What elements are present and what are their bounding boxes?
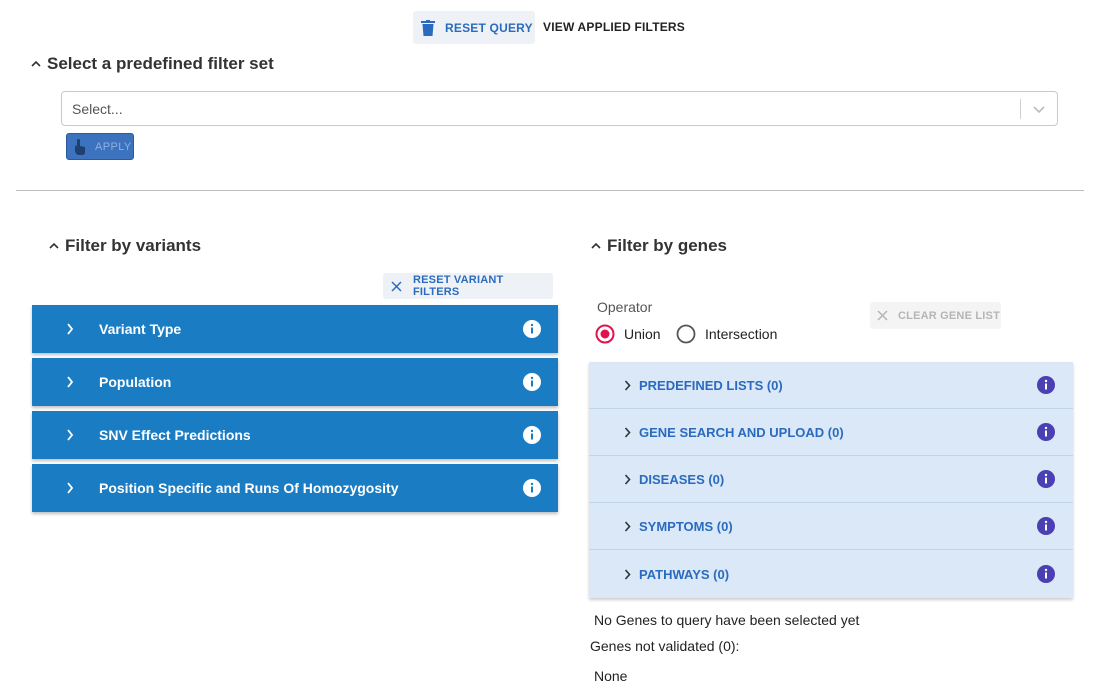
chevron-up-icon — [49, 242, 59, 249]
chevron-up-icon — [591, 242, 601, 249]
variant-filter-label: Position Specific and Runs Of Homozygosi… — [99, 480, 399, 496]
gene-filter-gene-search-upload[interactable]: GENE SEARCH AND UPLOAD (0) — [589, 409, 1073, 456]
gene-filter-diseases[interactable]: DISEASES (0) — [589, 456, 1073, 503]
filter-by-genes-title: Filter by genes — [607, 236, 727, 255]
predefined-filter-set-title: Select a predefined filter set — [47, 54, 274, 73]
chevron-up-icon — [31, 60, 41, 67]
radio-selected-icon — [595, 324, 615, 344]
gene-filter-panel: PREDEFINED LISTS (0) GENE SEARCH AND UPL… — [589, 362, 1073, 598]
gene-filter-pathways[interactable]: PATHWAYS (0) — [589, 550, 1073, 598]
section-divider — [16, 190, 1084, 191]
reset-query-label: RESET QUERY — [445, 20, 533, 35]
chevron-right-icon — [624, 568, 631, 580]
chevron-right-icon — [67, 429, 74, 441]
reset-variant-filters-button[interactable]: RESET VARIANT FILTERS — [383, 273, 553, 299]
close-icon — [877, 310, 888, 321]
no-genes-message: No Genes to query have been selected yet — [594, 612, 860, 628]
chevron-right-icon — [624, 473, 631, 485]
info-icon[interactable] — [1037, 517, 1055, 535]
operator-intersection-radio[interactable]: Intersection — [676, 324, 777, 344]
chevron-right-icon — [67, 482, 74, 494]
operator-union-radio[interactable]: Union — [595, 324, 661, 344]
chevron-right-icon — [624, 520, 631, 532]
gene-filter-symptoms[interactable]: SYMPTOMS (0) — [589, 503, 1073, 550]
info-icon[interactable] — [523, 320, 541, 338]
info-icon[interactable] — [523, 479, 541, 497]
apply-button[interactable]: APPLY — [66, 133, 134, 160]
genes-not-validated-label: Genes not validated (0): — [590, 638, 740, 654]
variant-filter-variant-type[interactable]: Variant Type — [32, 305, 558, 353]
operator-union-label: Union — [624, 326, 661, 342]
genes-not-validated-value: None — [594, 668, 628, 684]
gene-filter-label: SYMPTOMS (0) — [639, 518, 733, 534]
chevron-down-icon — [1021, 104, 1057, 114]
reset-query-button[interactable]: RESET QUERY — [413, 11, 535, 44]
operator-label: Operator — [597, 299, 653, 315]
variant-filter-label: Variant Type — [99, 321, 182, 337]
predefined-filter-set-header[interactable]: Select a predefined filter set — [30, 54, 274, 74]
variant-filter-position-specific[interactable]: Position Specific and Runs Of Homozygosi… — [32, 464, 558, 512]
filter-by-variants-header[interactable]: Filter by variants — [48, 236, 201, 256]
chevron-right-icon — [624, 379, 631, 391]
gene-filter-label: DISEASES (0) — [639, 471, 725, 487]
variant-filter-snv-effect-predictions[interactable]: SNV Effect Predictions — [32, 411, 558, 459]
hand-pointer-icon — [75, 138, 85, 155]
info-icon[interactable] — [1037, 376, 1055, 394]
filter-by-genes-header[interactable]: Filter by genes — [590, 236, 727, 256]
select-placeholder: Select... — [72, 100, 123, 117]
operator-intersection-label: Intersection — [705, 326, 778, 342]
reset-variant-filters-label: RESET VARIANT FILTERS — [413, 274, 504, 298]
apply-label: APPLY — [95, 140, 132, 153]
predefined-filter-select[interactable]: Select... — [61, 91, 1058, 126]
gene-filter-label: GENE SEARCH AND UPLOAD (0) — [639, 424, 844, 440]
clear-gene-list-button[interactable]: CLEAR GENE LIST — [870, 302, 1001, 329]
info-icon[interactable] — [1037, 565, 1055, 583]
radio-unselected-icon — [676, 324, 696, 344]
info-icon[interactable] — [1037, 470, 1055, 488]
info-icon[interactable] — [523, 373, 541, 391]
chevron-right-icon — [624, 426, 631, 438]
variant-filter-label: Population — [99, 374, 172, 390]
chevron-right-icon — [67, 376, 74, 388]
info-icon[interactable] — [523, 426, 541, 444]
variant-filter-population[interactable]: Population — [32, 358, 558, 406]
trash-icon — [421, 19, 435, 36]
info-icon[interactable] — [1037, 423, 1055, 441]
gene-filter-label: PATHWAYS (0) — [639, 566, 730, 582]
chevron-right-icon — [67, 323, 74, 335]
gene-filter-label: PREDEFINED LISTS (0) — [639, 377, 783, 393]
view-applied-filters-button[interactable]: VIEW APPLIED FILTERS — [543, 20, 685, 34]
gene-filter-predefined-lists[interactable]: PREDEFINED LISTS (0) — [589, 362, 1073, 409]
clear-gene-list-label: CLEAR GENE LIST — [898, 309, 1001, 322]
filter-by-variants-title: Filter by variants — [65, 236, 202, 255]
close-icon — [391, 280, 402, 292]
variant-filter-label: SNV Effect Predictions — [99, 427, 251, 443]
